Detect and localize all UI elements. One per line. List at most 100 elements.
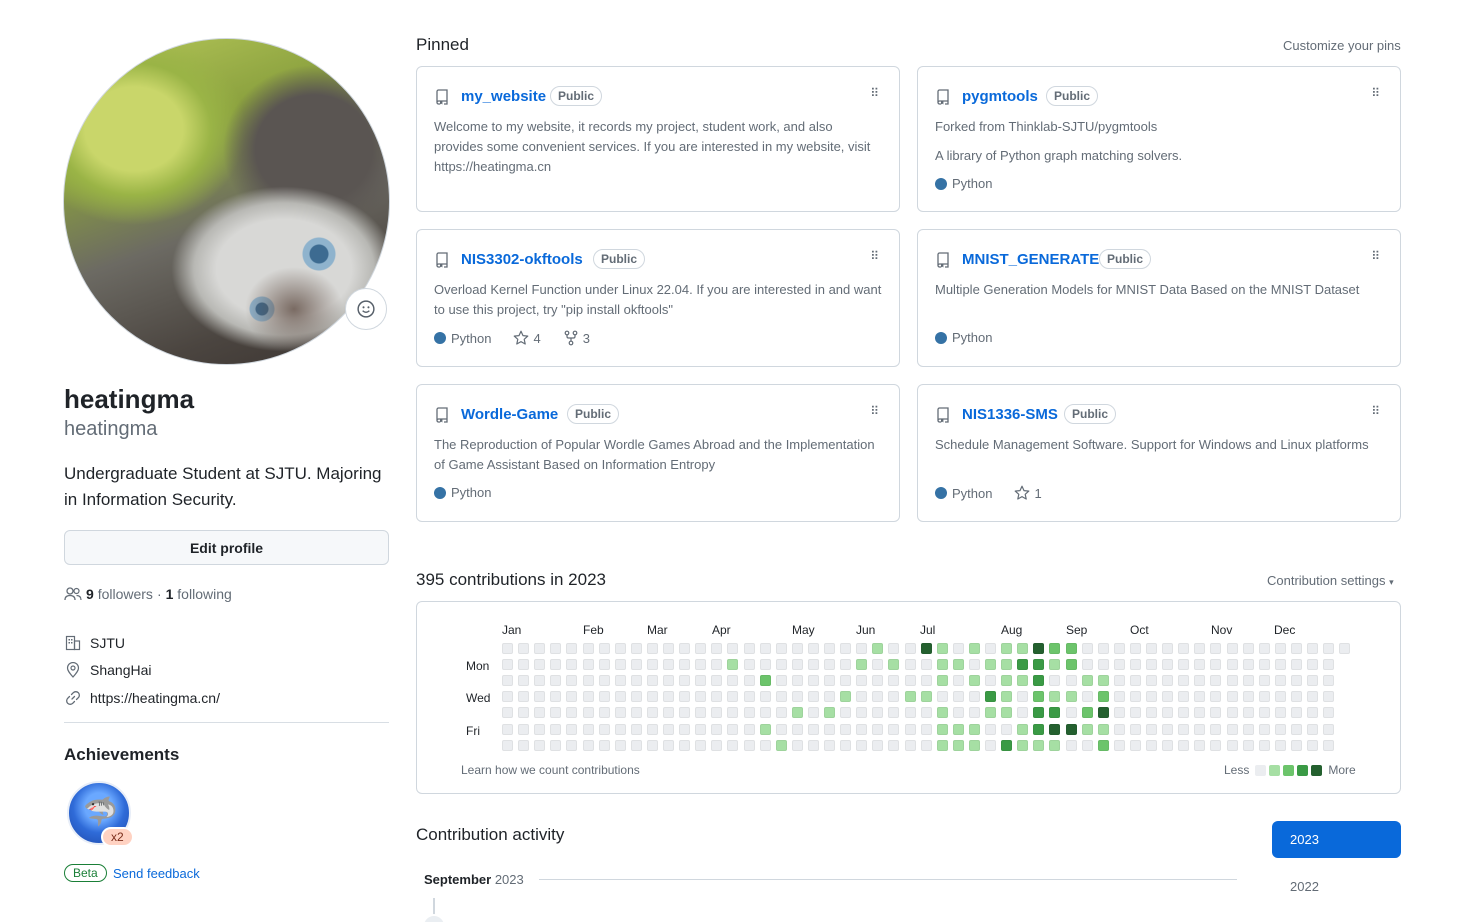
drag-handle-icon[interactable]: ⠿ bbox=[1371, 250, 1380, 262]
contribution-day[interactable] bbox=[952, 691, 964, 703]
contribution-day[interactable] bbox=[1290, 643, 1302, 654]
contribution-day[interactable] bbox=[695, 723, 707, 735]
contribution-day[interactable] bbox=[1001, 739, 1013, 751]
contribution-day[interactable] bbox=[582, 643, 594, 654]
contribution-day[interactable] bbox=[727, 643, 739, 654]
contribution-day[interactable] bbox=[502, 643, 513, 654]
contribution-day[interactable] bbox=[985, 723, 996, 735]
contribution-day[interactable] bbox=[1194, 739, 1206, 751]
contribution-day[interactable] bbox=[743, 691, 755, 703]
customize-pins-link[interactable]: Customize your pins bbox=[1283, 38, 1401, 53]
contribution-day[interactable] bbox=[550, 659, 562, 671]
contribution-day[interactable] bbox=[534, 675, 546, 687]
contribution-day[interactable] bbox=[1274, 739, 1286, 751]
contribution-day[interactable] bbox=[1162, 707, 1174, 719]
contribution-day[interactable] bbox=[518, 707, 530, 719]
repo-name-link[interactable]: NIS3302-okftools bbox=[461, 251, 583, 268]
contribution-day[interactable] bbox=[888, 675, 900, 687]
contribution-day[interactable] bbox=[743, 707, 755, 719]
contribution-day[interactable] bbox=[824, 723, 835, 735]
contribution-day[interactable] bbox=[518, 723, 530, 735]
contribution-day[interactable] bbox=[1226, 675, 1238, 687]
contribution-day[interactable] bbox=[1033, 739, 1045, 751]
contribution-day[interactable] bbox=[534, 739, 546, 751]
contribution-day[interactable] bbox=[1258, 691, 1270, 703]
repo-name-link[interactable]: pygmtools bbox=[962, 88, 1038, 105]
contribution-day[interactable] bbox=[968, 723, 980, 735]
contribution-day[interactable] bbox=[1290, 723, 1302, 735]
contribution-day[interactable] bbox=[663, 739, 674, 751]
contribution-day[interactable] bbox=[1033, 675, 1045, 687]
contribution-day[interactable] bbox=[1049, 659, 1061, 671]
following-link[interactable]: 1 following bbox=[166, 586, 232, 602]
contribution-day[interactable] bbox=[1194, 691, 1206, 703]
contribution-day[interactable] bbox=[663, 659, 674, 671]
contribution-day[interactable] bbox=[1113, 691, 1125, 703]
contribution-day[interactable] bbox=[1258, 723, 1270, 735]
contribution-day[interactable] bbox=[1226, 659, 1238, 671]
contribution-day[interactable] bbox=[968, 691, 980, 703]
contribution-day[interactable] bbox=[1049, 723, 1061, 735]
contribution-day[interactable] bbox=[952, 707, 964, 719]
contribution-day[interactable] bbox=[534, 723, 546, 735]
repo-name-link[interactable]: Wordle-Game bbox=[461, 406, 558, 423]
contribution-day[interactable] bbox=[1242, 691, 1254, 703]
contribution-day[interactable] bbox=[1258, 739, 1270, 751]
contribution-day[interactable] bbox=[1017, 659, 1029, 671]
contribution-day[interactable] bbox=[1113, 643, 1125, 654]
contribution-day[interactable] bbox=[1113, 739, 1125, 751]
contribution-day[interactable] bbox=[824, 675, 835, 687]
send-feedback-link[interactable]: Send feedback bbox=[113, 866, 200, 881]
contribution-day[interactable] bbox=[1081, 723, 1093, 735]
contribution-day[interactable] bbox=[711, 723, 723, 735]
contribution-day[interactable] bbox=[759, 739, 771, 751]
contribution-day[interactable] bbox=[759, 643, 771, 654]
contribution-day[interactable] bbox=[1210, 691, 1222, 703]
contribution-day[interactable] bbox=[1242, 739, 1254, 751]
contribution-day[interactable] bbox=[1210, 707, 1222, 719]
contribution-day[interactable] bbox=[904, 675, 916, 687]
contribution-day[interactable] bbox=[1307, 739, 1318, 751]
year-2023-button[interactable]: 2023 bbox=[1272, 821, 1401, 858]
contribution-day[interactable] bbox=[502, 739, 513, 751]
contribution-day[interactable] bbox=[534, 643, 546, 654]
contribution-day[interactable] bbox=[888, 691, 900, 703]
contribution-day[interactable] bbox=[904, 707, 916, 719]
contribution-day[interactable] bbox=[1081, 675, 1093, 687]
contribution-day[interactable] bbox=[598, 739, 610, 751]
contribution-day[interactable] bbox=[711, 707, 723, 719]
contribution-day[interactable] bbox=[1097, 675, 1109, 687]
contribution-day[interactable] bbox=[518, 643, 530, 654]
contribution-day[interactable] bbox=[582, 675, 594, 687]
contribution-day[interactable] bbox=[985, 739, 996, 751]
contribution-day[interactable] bbox=[1274, 643, 1286, 654]
contribution-day[interactable] bbox=[1065, 691, 1077, 703]
contribution-day[interactable] bbox=[1307, 707, 1318, 719]
contribution-day[interactable] bbox=[1146, 643, 1157, 654]
contribution-day[interactable] bbox=[1146, 691, 1157, 703]
contribution-day[interactable] bbox=[968, 739, 980, 751]
contribution-day[interactable] bbox=[1129, 659, 1141, 671]
contribution-day[interactable] bbox=[1162, 691, 1174, 703]
contribution-day[interactable] bbox=[920, 675, 932, 687]
contribution-day[interactable] bbox=[518, 691, 530, 703]
contribution-day[interactable] bbox=[550, 707, 562, 719]
contribution-day[interactable] bbox=[1307, 675, 1318, 687]
contribution-day[interactable] bbox=[582, 691, 594, 703]
contribution-day[interactable] bbox=[1242, 707, 1254, 719]
contribution-day[interactable] bbox=[872, 675, 884, 687]
contribution-day[interactable] bbox=[920, 707, 932, 719]
contribution-day[interactable] bbox=[1210, 723, 1222, 735]
contribution-day[interactable] bbox=[502, 675, 513, 687]
contribution-day[interactable] bbox=[1178, 707, 1190, 719]
contribution-day[interactable] bbox=[614, 675, 626, 687]
contribution-day[interactable] bbox=[985, 707, 996, 719]
contribution-day[interactable] bbox=[711, 691, 723, 703]
contribution-day[interactable] bbox=[1210, 643, 1222, 654]
contribution-day[interactable] bbox=[807, 675, 819, 687]
contribution-day[interactable] bbox=[518, 739, 530, 751]
contribution-day[interactable] bbox=[1178, 691, 1190, 703]
contribution-day[interactable] bbox=[1049, 739, 1061, 751]
contribution-day[interactable] bbox=[582, 659, 594, 671]
contribution-day[interactable] bbox=[775, 659, 787, 671]
